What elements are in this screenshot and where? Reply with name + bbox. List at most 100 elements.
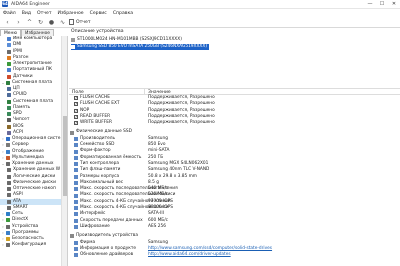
property-icon	[74, 181, 78, 185]
checkbox-icon: ✓	[74, 102, 78, 107]
field-label: Обновление драйверов	[80, 252, 134, 258]
group-icon	[70, 130, 74, 135]
field-cell: ✓ WRITE BUFFER	[69, 120, 145, 126]
sidebar-tabs: Меню Избранное	[0, 29, 70, 36]
node-icon	[7, 130, 11, 135]
group-icon	[70, 234, 74, 239]
title-bar: 64 AIDA64 Engineer — ☐ ✕	[0, 0, 400, 9]
window-title: AIDA64 Engineer	[11, 1, 50, 7]
column-value[interactable]: Значение	[145, 89, 171, 95]
expand-toggle-icon[interactable]: ›	[1, 242, 5, 248]
property-icon	[74, 143, 78, 148]
node-icon	[7, 112, 11, 117]
column-field[interactable]: Поле	[69, 89, 145, 95]
sidebar-scrollbar[interactable]	[61, 36, 67, 266]
value-cell: Поддерживается, Разрешено	[148, 120, 215, 126]
menu-help[interactable]: Справка	[113, 11, 133, 16]
sidebar-item[interactable]: › Конфигурация	[0, 242, 67, 248]
checkbox-icon: ✓	[74, 96, 78, 101]
menu-report[interactable]: Отчет	[37, 11, 52, 16]
checkbox-icon: ✓	[74, 115, 78, 120]
node-icon	[7, 205, 11, 210]
device-item[interactable]: ST1000LM024 HN-M101MBB (S2SXJ9CD11XXXX)	[71, 37, 184, 43]
drive-icon	[71, 38, 75, 42]
node-icon	[7, 55, 11, 60]
node-icon	[7, 49, 11, 54]
tab-menu[interactable]: Меню	[0, 29, 22, 36]
node-icon	[7, 93, 11, 98]
checkbox-icon: ✓	[74, 121, 78, 126]
node-icon	[7, 187, 11, 192]
menu-favorites[interactable]: Избранное	[58, 11, 84, 16]
property-icon	[74, 206, 78, 211]
node-icon	[6, 224, 10, 229]
report-icon	[69, 19, 74, 25]
node-icon	[7, 105, 11, 110]
report-button[interactable]: Отчет	[69, 18, 91, 27]
property-icon	[74, 212, 78, 217]
drive-icon	[71, 45, 75, 49]
value-link[interactable]: http://www.aida64.com/driver-updates	[145, 252, 231, 258]
toolbar: ‹ › ^ ↻ ● ∿ Отчет	[0, 17, 400, 28]
user-icon[interactable]: ●	[47, 18, 56, 27]
refresh-icon[interactable]: ↻	[36, 18, 45, 27]
up-icon[interactable]: ^	[25, 18, 34, 27]
node-icon	[7, 118, 11, 123]
field-label: Шифрование	[80, 223, 110, 229]
node-icon	[7, 124, 11, 129]
node-icon	[6, 80, 10, 85]
field-cell: Шифрование	[69, 224, 145, 230]
node-icon	[7, 68, 11, 73]
property-icon	[74, 225, 78, 230]
device-label: Samsung SSD 850 EVO mSATA 250GB (S246NXA…	[77, 44, 207, 49]
chart-icon[interactable]: ∿	[58, 18, 67, 27]
device-label: ST1000LM024 HN-M101MBB (S2SXJ9CD11XXXX)	[77, 37, 182, 42]
table-row[interactable]: Обновление драйверов http://www.aida64.co…	[69, 252, 400, 258]
node-icon	[7, 168, 11, 173]
node-icon	[6, 243, 10, 248]
node-icon	[6, 218, 10, 223]
property-icon	[74, 187, 78, 192]
forward-icon[interactable]: ›	[14, 18, 23, 27]
node-icon	[7, 87, 11, 92]
scrollbar-thumb[interactable]	[63, 116, 67, 196]
property-icon	[74, 193, 78, 198]
field-cell: Обновление драйверов	[69, 252, 145, 258]
node-icon	[7, 62, 11, 67]
menu-file[interactable]: Файл	[3, 11, 16, 16]
property-icon	[74, 199, 78, 204]
sidebar-tree: Имя компьютера DMI IPMI Разгон Электропитани…	[0, 36, 68, 266]
menu-view[interactable]: Вид	[22, 11, 31, 16]
node-icon	[6, 212, 10, 217]
expand-toggle-icon[interactable]: ⌄	[1, 161, 5, 167]
node-icon	[7, 180, 11, 185]
maximize-button[interactable]: ☐	[376, 0, 388, 9]
details-grid: ✓ FLUSH CACHE Поддерживается, Разрешено ✓ FL…	[69, 95, 400, 258]
property-icon	[74, 218, 78, 223]
device-item-selected[interactable]: Samsung SSD 850 EVO mSATA 250GB (S246NXA…	[71, 44, 209, 50]
node-icon	[7, 37, 11, 42]
minimize-button[interactable]: —	[364, 0, 376, 9]
node-icon	[7, 174, 11, 179]
node-icon	[7, 99, 11, 104]
property-icon	[74, 162, 78, 167]
menu-tools[interactable]: Сервис	[90, 11, 107, 16]
node-icon	[6, 143, 10, 148]
node-icon	[6, 137, 10, 142]
node-icon	[7, 74, 11, 79]
property-icon	[74, 168, 78, 173]
tab-favorites[interactable]: Избранное	[21, 29, 54, 36]
node-icon	[6, 155, 10, 160]
devices-section-label: Описание устройства	[71, 29, 124, 34]
sidebar-item-label: Конфигурация	[12, 242, 47, 248]
node-icon	[6, 237, 10, 242]
checkbox-icon: ✓	[74, 108, 78, 113]
expand-toggle-icon[interactable]: ⌄	[1, 80, 5, 86]
field-label: WRITE BUFFER	[80, 120, 112, 126]
property-icon	[74, 246, 78, 251]
property-icon	[74, 240, 78, 245]
property-icon	[74, 149, 78, 154]
app-icon: 64	[2, 1, 8, 7]
close-button[interactable]: ✕	[388, 0, 400, 9]
back-icon[interactable]: ‹	[3, 18, 12, 27]
